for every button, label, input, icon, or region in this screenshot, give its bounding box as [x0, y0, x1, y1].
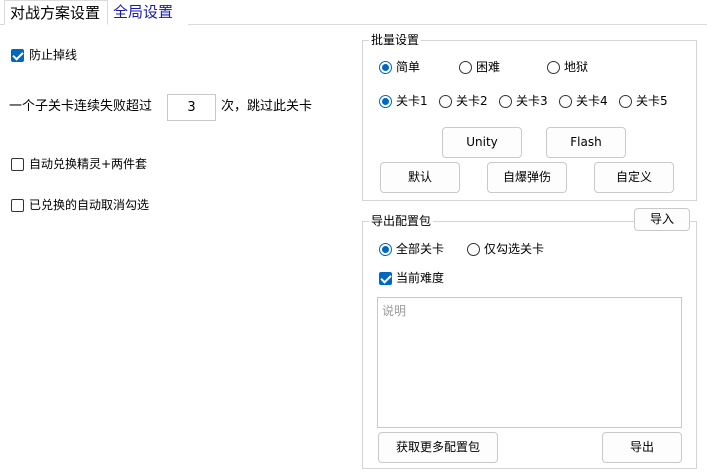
batch-settings-title: 批量设置 [369, 33, 422, 48]
get-more-configs-button[interactable]: 获取更多配置包 [378, 432, 498, 463]
current-difficulty-checkbox[interactable] [379, 272, 392, 285]
difficulty-easy-label: 简单 [396, 60, 421, 74]
export-checked-levels-radio[interactable] [467, 243, 480, 256]
self-destruct-button[interactable]: 自爆弹伤 [487, 162, 567, 193]
fail-count-prefix: 一个子关卡连续失败超过 [9, 99, 153, 114]
export-config-title: 导出配置包 [369, 214, 434, 229]
difficulty-hard-label: 困难 [476, 60, 501, 74]
default-button[interactable]: 默认 [380, 162, 460, 193]
level-2-label: 关卡2 [456, 94, 488, 108]
auto-uncheck-checkbox[interactable] [11, 199, 24, 212]
difficulty-hell-label: 地狱 [564, 60, 589, 74]
current-difficulty-label: 当前难度 [396, 271, 445, 285]
export-button[interactable]: 导出 [602, 432, 682, 463]
fail-count-suffix: 次，跳过此关卡 [221, 99, 313, 114]
export-checked-levels-label: 仅勾选关卡 [484, 242, 545, 256]
fail-count-input[interactable]: 3 [167, 94, 216, 121]
prevent-disconnect-label: 防止掉线 [29, 48, 78, 62]
export-all-levels-radio[interactable] [379, 243, 392, 256]
unity-button[interactable]: Unity [442, 127, 522, 158]
level-5-label: 关卡5 [636, 94, 668, 108]
auto-redeem-label: 自动兑换精灵+两件套 [29, 157, 148, 171]
tab-battle-plan[interactable]: 对战方案设置 [4, 0, 108, 25]
level-5-radio[interactable] [619, 95, 632, 108]
flash-button[interactable]: Flash [546, 127, 626, 158]
export-all-levels-label: 全部关卡 [396, 242, 445, 256]
level-3-label: 关卡3 [516, 94, 548, 108]
description-textarea[interactable]: 说明 [377, 297, 682, 428]
auto-redeem-checkbox[interactable] [11, 158, 24, 171]
level-4-label: 关卡4 [576, 94, 608, 108]
prevent-disconnect-checkbox[interactable] [11, 49, 24, 62]
level-3-radio[interactable] [499, 95, 512, 108]
level-4-radio[interactable] [559, 95, 572, 108]
difficulty-hard-radio[interactable] [459, 61, 472, 74]
import-button[interactable]: 导入 [634, 208, 690, 231]
level-2-radio[interactable] [439, 95, 452, 108]
custom-button[interactable]: 自定义 [594, 162, 674, 193]
level-1-label: 关卡1 [396, 94, 428, 108]
level-1-radio[interactable] [379, 95, 392, 108]
description-placeholder: 说明 [382, 304, 407, 318]
difficulty-hell-radio[interactable] [547, 61, 560, 74]
auto-uncheck-label: 已兑换的自动取消勾选 [29, 198, 150, 212]
difficulty-easy-radio[interactable] [379, 61, 392, 74]
tab-global-settings[interactable]: 全局设置 [108, 0, 188, 25]
